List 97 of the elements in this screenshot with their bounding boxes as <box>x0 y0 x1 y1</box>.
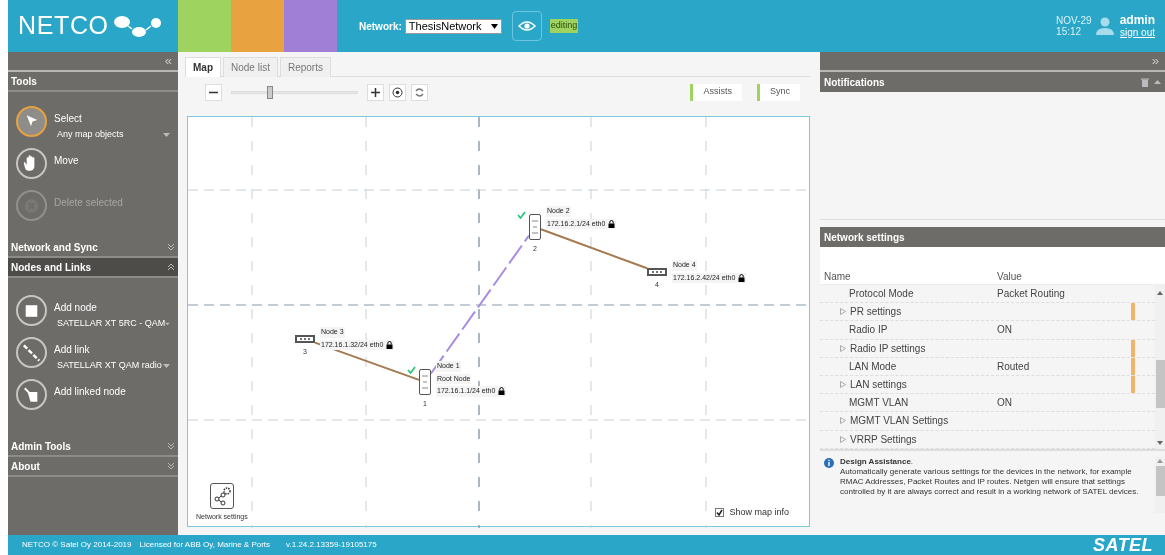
tool-item[interactable]: Add node SATELLAR XT 5RC - QAM <box>8 291 178 333</box>
mode-badge: editing <box>549 19 579 33</box>
lock-icon <box>498 387 506 396</box>
setting-value: ON <box>997 397 1012 409</box>
settings-row[interactable]: LAN Mode Routed <box>820 357 1155 376</box>
tool-item[interactable]: Add linked node <box>8 375 178 417</box>
slider-thumb[interactable] <box>267 85 274 99</box>
color-tab[interactable] <box>231 0 284 52</box>
section-header[interactable]: Nodes and Links <box>8 258 178 278</box>
time-text: 15:12 <box>1056 26 1083 37</box>
license-text: Licensed for ABB Oy, Marine & Ports <box>139 539 271 551</box>
tool-item[interactable]: Select Any map objects <box>8 102 178 144</box>
tool-item[interactable]: Add link SATELLAR XT QAM radio <box>8 333 178 375</box>
radio-node-icon[interactable] <box>419 369 431 395</box>
settings-row[interactable]: PR settings <box>820 303 1155 322</box>
add-node-tool-icon <box>16 295 47 326</box>
user-avatar-icon <box>1095 17 1114 35</box>
column-header: Name <box>823 270 852 284</box>
date-text: NOV-29 <box>1056 15 1092 26</box>
lock-icon <box>386 340 394 349</box>
add-link-tool-icon <box>16 337 47 368</box>
color-tab[interactable] <box>284 0 337 52</box>
network-settings-button[interactable] <box>209 482 234 509</box>
radio-link-line[interactable] <box>430 234 530 375</box>
setting-value: Packet Routing <box>997 288 1065 300</box>
settings-row[interactable]: LAN settings <box>820 375 1155 395</box>
target-icon <box>392 86 403 98</box>
scrollbar[interactable] <box>1155 457 1165 513</box>
share-gear-icon <box>211 485 232 506</box>
plus-icon <box>370 86 381 98</box>
radio-node-icon[interactable] <box>529 214 541 240</box>
eye-icon <box>517 20 536 32</box>
scroll-down-icon <box>1157 441 1163 445</box>
tool-label: Move <box>54 154 80 168</box>
view-toggle-button[interactable] <box>511 11 542 41</box>
column-header: Value <box>997 270 1023 284</box>
zoom-out-button[interactable] <box>205 83 222 101</box>
user-name: admin <box>1119 13 1155 27</box>
tool-option-select[interactable]: SATELLAR XT 5RC - QAM <box>54 317 170 331</box>
expand-panel-button[interactable]: » <box>1151 51 1159 71</box>
expand-chevron-icon <box>167 442 175 450</box>
panel-title: Notifications <box>824 75 885 90</box>
network-label: Network: <box>359 19 402 34</box>
network-select[interactable]: ThesisNetwork <box>404 18 502 34</box>
dropdown-caret-icon <box>490 23 498 29</box>
scroll-up-icon <box>1157 291 1163 295</box>
toolbar-button[interactable]: Sync <box>757 83 800 101</box>
logo-bubbles-icon <box>111 14 162 38</box>
tool-label: Add node <box>54 301 98 315</box>
tool-option-select[interactable]: SATELLAR XT QAM radio <box>54 359 170 373</box>
lock-icon <box>738 273 746 282</box>
info-icon <box>824 458 834 468</box>
panel-title: Network settings <box>824 230 905 245</box>
setting-value: ON <box>997 324 1012 336</box>
expand-chevron-icon <box>167 243 175 251</box>
dropdown-caret-icon <box>163 132 170 137</box>
info-title: Design Assistance. <box>840 457 915 467</box>
tool-label: Add linked node <box>54 385 127 399</box>
version-text: v.1.24.2.13359-19105175 <box>286 539 377 551</box>
logo-text: NETCO <box>18 10 109 42</box>
device-node-icon[interactable] <box>295 335 315 343</box>
zoom-in-button[interactable] <box>367 83 384 101</box>
color-tab[interactable] <box>178 0 231 52</box>
refresh-icon <box>414 86 425 98</box>
copyright-text: NETCO © Satel Oy 2014-2019 <box>22 539 132 551</box>
add-linked-node-tool-icon <box>16 379 47 410</box>
brand-logo: SATEL <box>1093 533 1153 555</box>
info-text: Automatically generate various settings for the devices in the network, for example RMAC Addresses, Packet Routes and IP routes. Netgen will ensure that settings controlled by it are always correct and result in a working network of SATEL devices. <box>840 467 1140 497</box>
tool-label: Add link <box>54 343 91 357</box>
collapse-panel-button[interactable]: « <box>164 51 172 71</box>
show-map-info-checkbox[interactable] <box>715 507 725 517</box>
expand-chevron-icon <box>167 462 175 470</box>
collapse-chevron-icon <box>167 263 175 271</box>
settings-row[interactable]: Radio IP settings <box>820 339 1155 358</box>
tool-option-select[interactable]: Any map objects <box>54 128 170 142</box>
wired-link-line[interactable] <box>314 341 420 381</box>
wired-link-line[interactable] <box>540 228 648 270</box>
dropdown-caret-icon <box>165 321 170 326</box>
map-tab[interactable]: Reports <box>279 57 331 77</box>
map-tab[interactable]: Node list <box>223 57 278 77</box>
refresh-layout-button[interactable] <box>411 83 428 101</box>
scrollbar[interactable] <box>1155 285 1165 449</box>
device-node-icon[interactable] <box>647 268 667 276</box>
center-target-button[interactable] <box>389 83 406 101</box>
sign-out-link[interactable]: sign out <box>1119 26 1155 39</box>
trash-icon <box>1141 77 1149 87</box>
lock-icon <box>608 219 616 228</box>
dropdown-caret-icon <box>163 363 170 368</box>
tool-item[interactable]: Move <box>8 144 178 186</box>
setting-value: Routed <box>997 360 1030 372</box>
scroll-up-icon <box>1157 459 1163 463</box>
checkbox-label: Show map info <box>729 505 789 519</box>
zoom-slider[interactable] <box>231 85 358 99</box>
tool-label: Select <box>54 112 83 126</box>
map-tab[interactable]: Map <box>185 57 221 77</box>
collapse-caret-icon <box>1154 80 1161 84</box>
toolbar-button[interactable]: Assists <box>690 83 742 101</box>
